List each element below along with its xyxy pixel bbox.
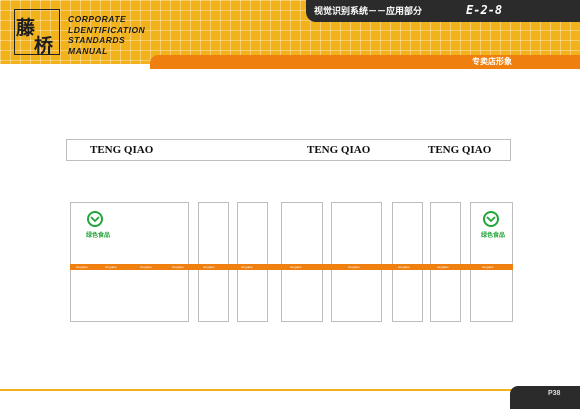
stripe-text: tengqiao (76, 265, 88, 269)
subtitle-bar (150, 55, 580, 69)
section-subtitle: 专卖店形象 (472, 57, 512, 66)
store-panel (392, 202, 423, 322)
store-panel (198, 202, 229, 322)
stripe-text: tengqiao (482, 265, 494, 269)
page-number: P38 (548, 390, 561, 397)
stripe-text: tengqiao (172, 265, 184, 269)
green-food-label: 绿色食品 (86, 232, 111, 239)
logo-char-qiao: 桥 (34, 35, 54, 57)
brand-line: STANDARDS (68, 35, 126, 45)
signage-label: TENG QIAO (307, 144, 371, 156)
stripe-text: tengqiao (241, 265, 253, 269)
section-code: E-2-8 (466, 3, 503, 17)
store-panel (237, 202, 268, 322)
footer-tab (510, 386, 580, 409)
signage-label: TENG QIAO (90, 144, 154, 156)
store-panel (430, 202, 461, 322)
stripe-text: tengqiao (203, 265, 215, 269)
store-panel (331, 202, 382, 322)
green-food-label: 绿色食品 (481, 232, 506, 239)
stripe-text: tengqiao (290, 265, 302, 269)
stripe-text: tengqiao (348, 265, 360, 269)
brand-line: MANUAL (68, 45, 108, 56)
stripe-text: tengqiao (437, 265, 449, 269)
brand-lines: CORPORATE LDENTIFICATION STANDARDS MANUA… (68, 14, 145, 56)
stripe-text: tengqiao (140, 265, 152, 269)
green-food-logo-icon (87, 211, 103, 227)
stripe-text: tengqiao (105, 265, 117, 269)
green-food-logo-icon (483, 211, 499, 227)
brand-line: LDENTIFICATION (68, 24, 146, 35)
store-panel (281, 202, 323, 322)
logo-char-teng: 藤 (16, 17, 36, 39)
stripe-text: tengqiao (398, 265, 410, 269)
footer-line (0, 389, 580, 391)
brand-line: CORPORATE (68, 14, 127, 24)
page-title: 视觉识别系统－－应用部分 (314, 7, 423, 17)
signage-label: TENG QIAO (428, 144, 492, 156)
